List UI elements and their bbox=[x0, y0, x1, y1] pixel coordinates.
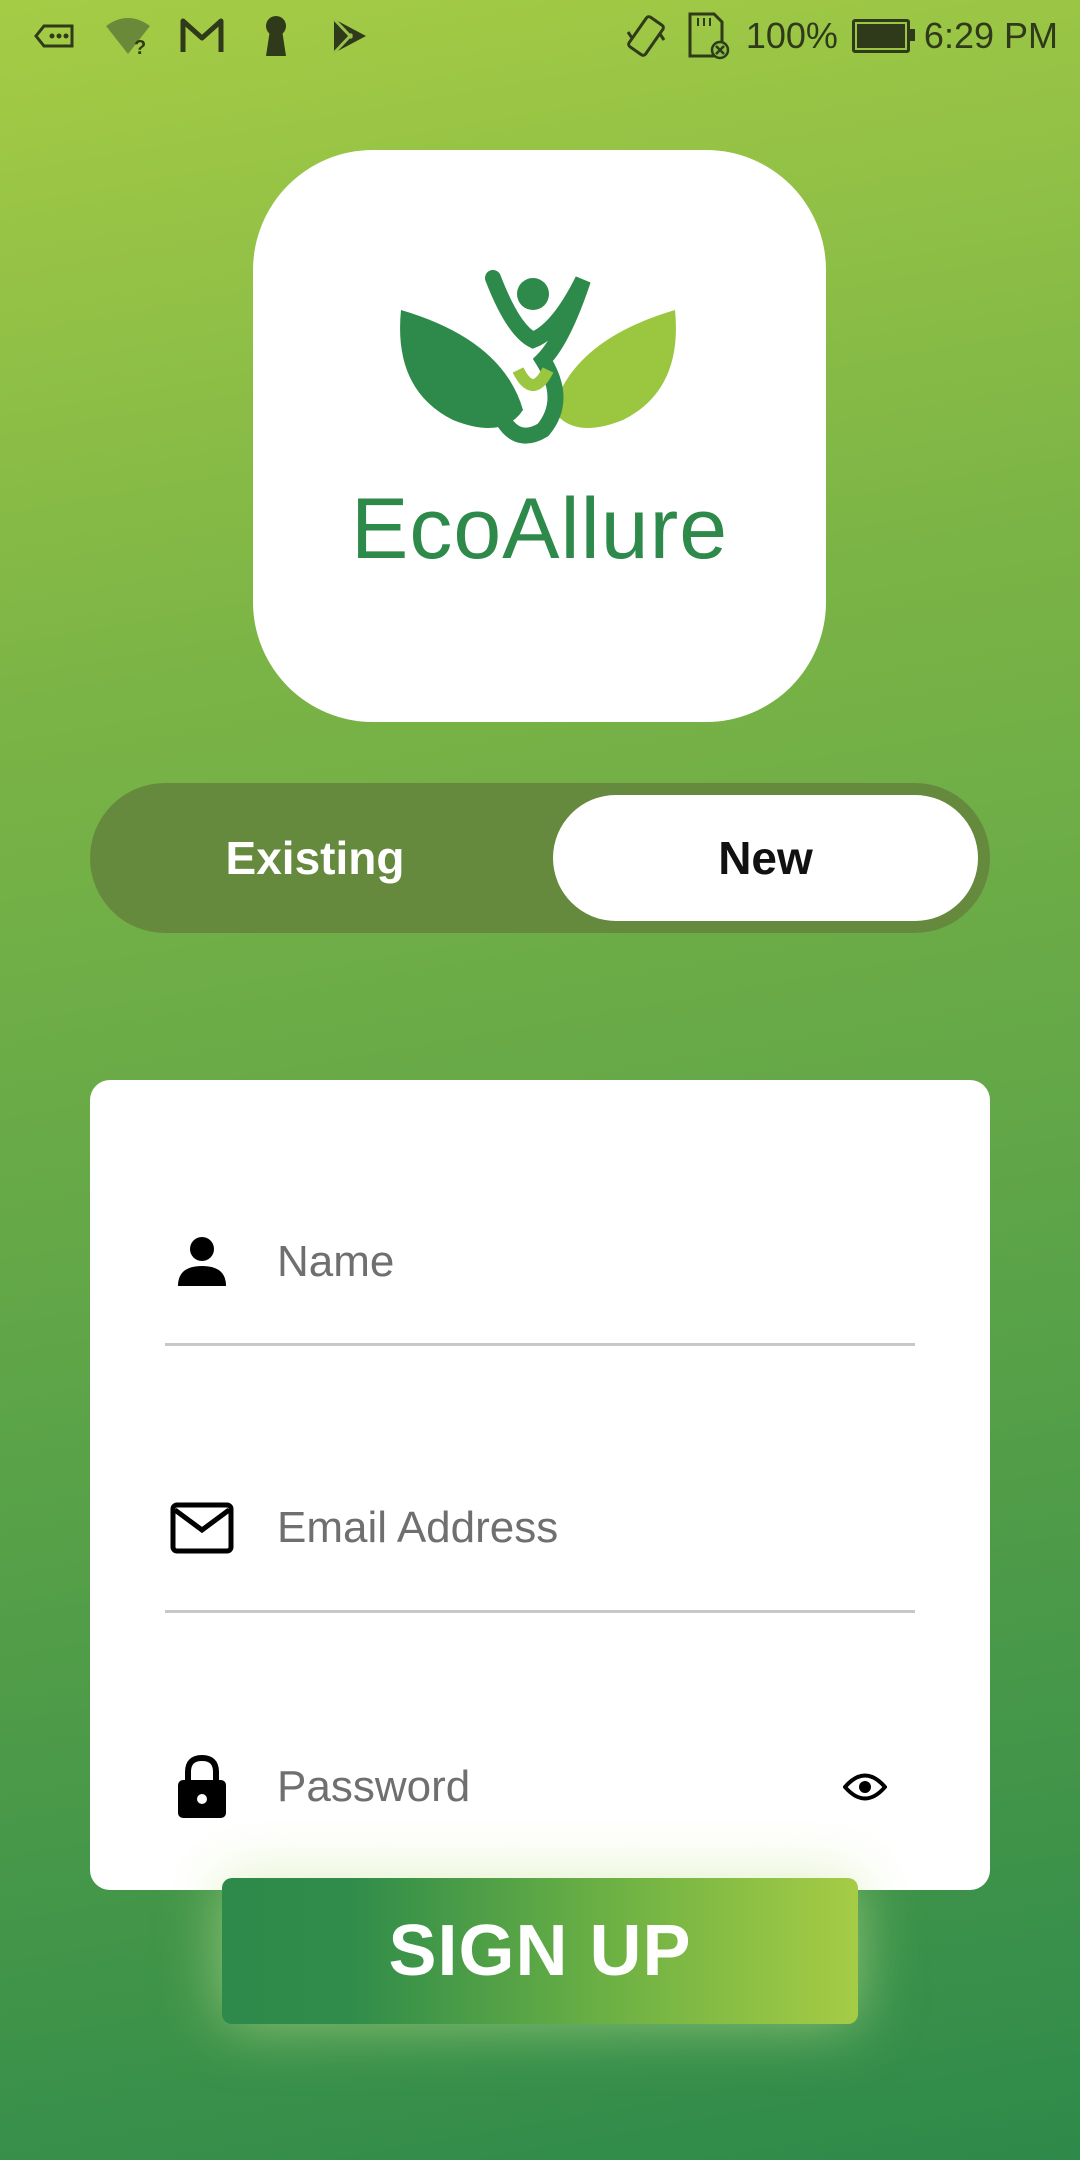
person-icon bbox=[165, 1225, 239, 1299]
email-underline bbox=[165, 1610, 915, 1613]
mail-icon bbox=[165, 1491, 239, 1565]
wifi-question-icon: ? bbox=[104, 12, 152, 60]
battery-icon bbox=[851, 19, 915, 53]
name-underline bbox=[165, 1343, 915, 1346]
tab-new[interactable]: New bbox=[553, 795, 978, 921]
email-field-row bbox=[165, 1478, 915, 1578]
svg-text:?: ? bbox=[134, 37, 146, 56]
signup-form-card bbox=[90, 1080, 990, 1890]
ticket-icon bbox=[30, 12, 78, 60]
sdcard-icon bbox=[684, 12, 732, 60]
password-input[interactable] bbox=[275, 1761, 799, 1813]
leaf-logo-icon bbox=[400, 270, 676, 444]
keyhole-icon bbox=[252, 12, 300, 60]
status-bar: ? 100% 6:29 PM bbox=[0, 0, 1080, 72]
battery-percent: 100% bbox=[745, 15, 838, 56]
play-store-icon bbox=[326, 12, 374, 60]
eye-icon[interactable] bbox=[835, 1757, 895, 1817]
tab-existing[interactable]: Existing bbox=[90, 795, 540, 921]
password-field-row bbox=[165, 1737, 915, 1837]
name-input[interactable] bbox=[275, 1236, 799, 1288]
logo-text: EcoAllure bbox=[350, 481, 729, 577]
email-input[interactable] bbox=[275, 1502, 799, 1554]
vibrate-icon bbox=[622, 12, 670, 60]
app-logo-card: EcoAllure bbox=[253, 150, 826, 722]
gmail-icon bbox=[178, 12, 226, 60]
sign-up-button[interactable]: SIGN UP bbox=[222, 1878, 858, 2024]
clock: 6:29 PM bbox=[923, 15, 1058, 56]
name-field-row bbox=[165, 1212, 915, 1312]
account-type-toggle[interactable]: Existing New bbox=[90, 783, 990, 933]
lock-icon bbox=[165, 1750, 239, 1824]
